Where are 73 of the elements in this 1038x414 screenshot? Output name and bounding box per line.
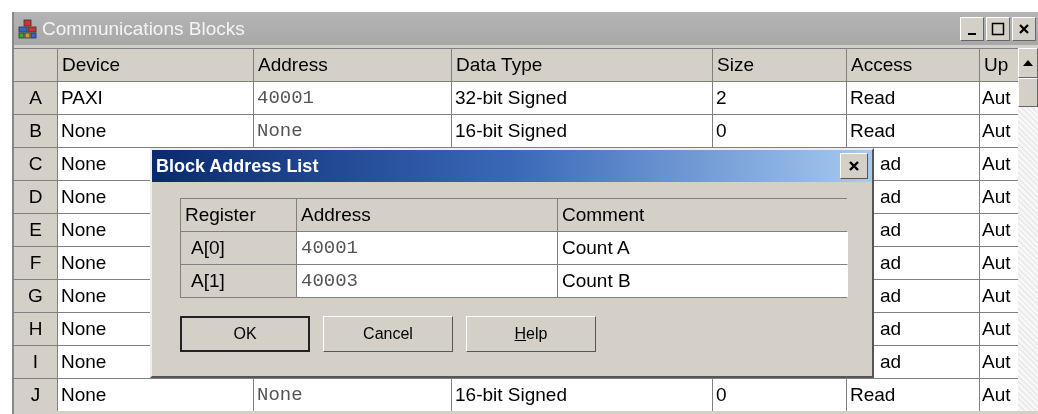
table-cell[interactable]: 40001 bbox=[297, 232, 557, 264]
table-cell: Aut bbox=[982, 285, 1011, 307]
table-cell: Aut bbox=[982, 87, 1011, 109]
row-header[interactable]: J bbox=[14, 379, 57, 411]
table-cell: None bbox=[58, 115, 253, 147]
column-header[interactable]: Data Type bbox=[452, 49, 712, 81]
dialog-button[interactable]: Help bbox=[466, 316, 596, 352]
column-header[interactable]: Register bbox=[181, 199, 296, 231]
table-cell: None bbox=[254, 115, 451, 147]
table-cell: Aut bbox=[982, 219, 1011, 241]
table-cell: 16-bit Signed bbox=[452, 115, 712, 147]
row-header[interactable]: B bbox=[14, 115, 57, 147]
table-cell: Aut bbox=[982, 153, 1011, 175]
table-cell: Aut bbox=[982, 186, 1011, 208]
table-cell: None bbox=[254, 379, 451, 411]
column-header[interactable]: Up bbox=[980, 49, 1018, 81]
table-cell[interactable]: Count A bbox=[558, 232, 848, 264]
dialog-button[interactable]: Cancel bbox=[323, 316, 453, 352]
table-cell: PAXI bbox=[58, 82, 253, 114]
close-icon bbox=[848, 160, 860, 172]
close-icon bbox=[1018, 22, 1030, 35]
table-cell: 0 bbox=[713, 379, 846, 411]
window-title: Communications Blocks bbox=[42, 17, 245, 40]
table-cell: ad bbox=[880, 252, 902, 274]
table-cell: Aut bbox=[982, 384, 1011, 406]
table-cell: 16-bit Signed bbox=[452, 379, 712, 411]
row-header[interactable]: I bbox=[14, 346, 57, 378]
blocks-icon bbox=[18, 18, 38, 39]
table-cell: Aut bbox=[982, 351, 1011, 373]
row-header[interactable]: H bbox=[14, 313, 57, 345]
row-header[interactable]: F bbox=[14, 247, 57, 279]
table-cell: None bbox=[58, 379, 253, 411]
up-arrow-icon bbox=[1022, 59, 1034, 67]
column-header[interactable]: Size bbox=[713, 49, 846, 81]
column-header[interactable]: Access bbox=[847, 49, 979, 81]
table-cell: 0 bbox=[713, 115, 846, 147]
row-header[interactable]: A bbox=[14, 82, 57, 114]
table-cell: ad bbox=[880, 186, 902, 208]
maximize-icon bbox=[991, 21, 1005, 36]
row-header[interactable]: G bbox=[14, 280, 57, 312]
table-cell: ad bbox=[880, 318, 902, 340]
table-cell: 32-bit Signed bbox=[452, 82, 712, 114]
row-header[interactable]: E bbox=[14, 214, 57, 246]
table-cell: Aut bbox=[982, 318, 1011, 340]
row-header[interactable]: A[0] bbox=[181, 232, 296, 264]
close-button[interactable] bbox=[1012, 16, 1036, 41]
table-cell: Read bbox=[850, 87, 896, 109]
scrollbar-thumb[interactable] bbox=[1018, 78, 1038, 107]
column-header[interactable]: Address bbox=[254, 49, 451, 81]
table-cell: Aut bbox=[982, 252, 1011, 274]
table-cell: Read bbox=[850, 120, 896, 142]
row-header[interactable]: C bbox=[14, 148, 57, 180]
table-cell: Aut bbox=[982, 120, 1011, 142]
column-header[interactable]: Address bbox=[297, 199, 557, 231]
column-header[interactable]: Device bbox=[58, 49, 253, 81]
table-cell: ad bbox=[880, 351, 902, 373]
minimize-button[interactable] bbox=[960, 16, 984, 41]
table-cell: ad bbox=[880, 219, 902, 241]
table-cell: Read bbox=[850, 384, 896, 406]
row-header[interactable]: A[1] bbox=[181, 265, 296, 297]
maximize-button[interactable] bbox=[986, 16, 1010, 41]
dialog-button[interactable]: OK bbox=[180, 316, 310, 352]
row-header[interactable]: D bbox=[14, 181, 57, 213]
minimize-icon bbox=[968, 32, 976, 35]
table-cell: ad bbox=[880, 153, 902, 175]
table-cell: 40001 bbox=[254, 82, 451, 114]
table-cell: ad bbox=[880, 285, 902, 307]
scroll-up-button[interactable] bbox=[1018, 48, 1038, 78]
close-button[interactable] bbox=[840, 153, 868, 179]
table-cell: 2 bbox=[713, 82, 846, 114]
column-header[interactable]: Comment bbox=[558, 199, 848, 231]
table-cell[interactable]: 40003 bbox=[297, 265, 557, 297]
table-cell[interactable]: Count B bbox=[558, 265, 848, 297]
